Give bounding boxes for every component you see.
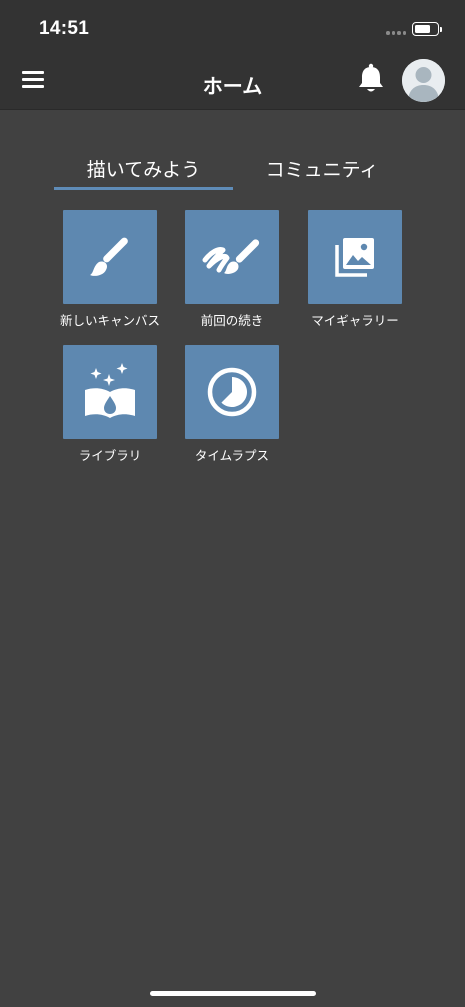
battery-icon	[412, 22, 442, 36]
my-gallery-label: マイギャラリー	[311, 313, 399, 328]
library-tile[interactable]	[63, 345, 157, 439]
home-indicator[interactable]	[150, 991, 316, 996]
home-screen: 14:51 ホーム 描いてみよう コミュニティ 新しいキャンバス 前回の続き マ…	[0, 0, 465, 1007]
library-book-icon	[85, 363, 135, 418]
page-title: ホーム	[202, 74, 263, 98]
brush-stroke-icon	[202, 239, 260, 274]
library-button[interactable]: ライブラリ	[63, 345, 157, 463]
bell-icon[interactable]	[357, 63, 385, 95]
top-bar: 14:51 ホーム	[0, 0, 465, 110]
battery-fill	[414, 24, 430, 33]
new-canvas-label: 新しいキャンバス	[59, 313, 160, 328]
timelapse-label: タイムラプス	[194, 448, 270, 463]
brush-icon	[90, 237, 128, 276]
user-avatar-icon[interactable]	[402, 59, 445, 102]
continue-last-label: 前回の続き	[200, 313, 264, 328]
my-gallery-button[interactable]: マイギャラリー	[308, 210, 402, 328]
continue-last-tile[interactable]	[185, 210, 279, 304]
new-canvas-tile[interactable]	[63, 210, 157, 304]
timelapse-icon	[207, 367, 257, 417]
my-gallery-tile[interactable]	[308, 210, 402, 304]
timelapse-button[interactable]: タイムラプス	[185, 345, 279, 463]
continue-last-button[interactable]: 前回の続き	[185, 210, 279, 328]
tab-community[interactable]: コミュニティ	[233, 155, 411, 191]
timelapse-tile[interactable]	[185, 345, 279, 439]
tab-draw[interactable]: 描いてみよう	[54, 155, 233, 191]
status-time: 14:51	[39, 18, 90, 39]
active-tab-indicator	[54, 187, 233, 190]
signal-icon	[386, 31, 406, 35]
library-label: ライブラリ	[78, 448, 142, 463]
gallery-icon	[335, 238, 374, 277]
new-canvas-button[interactable]: 新しいキャンバス	[60, 210, 160, 328]
